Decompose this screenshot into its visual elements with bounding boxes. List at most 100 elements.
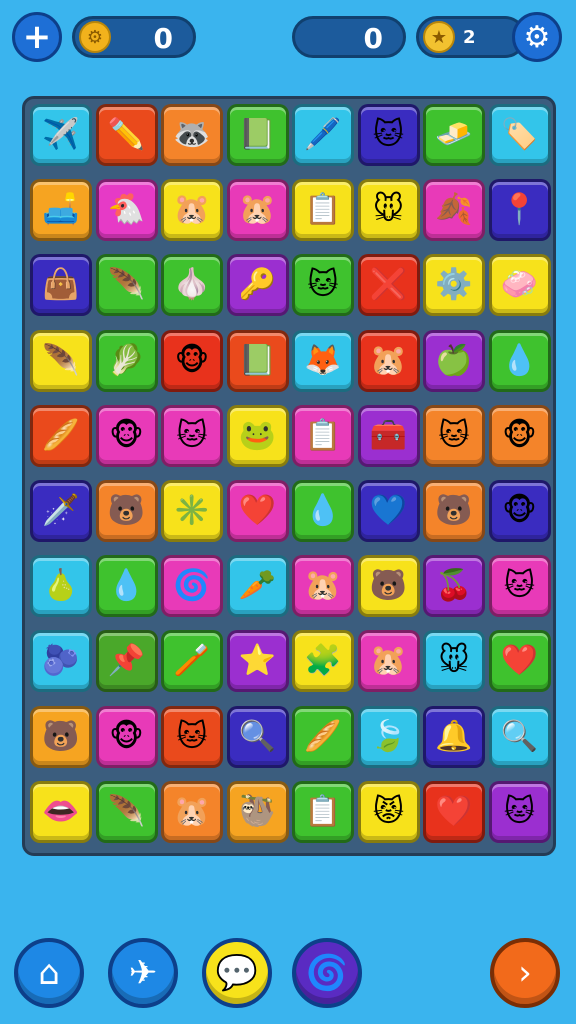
tile-icon: 📍 — [500, 192, 539, 228]
gear-icon: ⚙ — [523, 19, 551, 55]
board-tile-r8-c7[interactable]: 🐭 — [423, 630, 485, 693]
board-tile-r9-c6[interactable]: 🍃 — [357, 705, 420, 768]
board-tile-r8-c5[interactable]: 🧩 — [292, 630, 354, 693]
board-tile-r1-c4[interactable]: 📗 — [226, 104, 289, 166]
board-tile-r3-c6[interactable]: ❌ — [357, 254, 420, 317]
board-tile-r6-c3[interactable]: ✳️ — [161, 480, 223, 542]
board-tile-r7-c6[interactable]: 🐻 — [357, 555, 420, 618]
board-tile-r8-c6[interactable]: 🐹 — [357, 630, 420, 693]
board-tile-r8-c2[interactable]: 📌 — [95, 630, 158, 693]
tile-icon: 🐻 — [435, 493, 473, 528]
board-tile-r10-c4[interactable]: 🦥 — [226, 780, 289, 843]
board-tile-r2-c6[interactable]: 🐭 — [357, 179, 420, 242]
board-tile-r6-c7[interactable]: 🐻 — [423, 480, 485, 542]
tile-icon: 💧 — [304, 493, 342, 528]
board-tile-r5-c7[interactable]: 🐱 — [423, 404, 485, 467]
board-tile-r5-c6[interactable]: 🧰 — [357, 404, 420, 467]
board-tile-r9-c3[interactable]: 🐱 — [161, 705, 223, 768]
board-tile-r9-c5[interactable]: 🥖 — [292, 705, 354, 768]
board-tile-r5-c2[interactable]: 🐵 — [95, 404, 158, 467]
board-tile-r1-c1[interactable]: ✈️ — [30, 104, 92, 166]
next-button[interactable]: › — [490, 938, 560, 1008]
board-tile-r4-c2[interactable]: 🥬 — [95, 329, 158, 392]
tile-icon: 🐔 — [107, 192, 146, 228]
board-tile-r8-c1[interactable]: 🫐 — [30, 630, 92, 693]
board-tile-r4-c7[interactable]: 🍏 — [423, 329, 485, 392]
board-tile-r2-c2[interactable]: 🐔 — [95, 179, 158, 242]
board-tile-r10-c6[interactable]: 😾 — [357, 780, 420, 843]
board-tile-r4-c4[interactable]: 📗 — [226, 329, 289, 392]
board-tile-r10-c5[interactable]: 📋 — [292, 780, 354, 843]
board-tile-r8-c3[interactable]: 🪥 — [161, 630, 223, 693]
board-tile-r10-c7[interactable]: ❤️ — [423, 780, 485, 843]
board-tile-r2-c8[interactable]: 📍 — [488, 179, 551, 242]
board-tile-r7-c4[interactable]: 🥕 — [226, 555, 289, 618]
tile-icon: 🐵 — [109, 417, 144, 453]
top-hud: + ⚙ 0 0 ★ 2 ⚙ — [0, 0, 576, 80]
board-tile-r9-c1[interactable]: 🐻 — [30, 705, 92, 768]
board-tile-r3-c8[interactable]: 🧼 — [488, 254, 551, 317]
plane-button[interactable]: ✈ — [108, 938, 178, 1008]
board-tile-r9-c7[interactable]: 🔔 — [423, 705, 485, 768]
board-tile-r2-c4[interactable]: 🐹 — [226, 179, 289, 242]
board-tile-r1-c8[interactable]: 🏷️ — [488, 104, 551, 166]
board-tile-r3-c2[interactable]: 🪶 — [95, 254, 158, 317]
board-tile-r5-c3[interactable]: 🐱 — [161, 404, 223, 467]
home-button[interactable]: ⌂ — [14, 938, 84, 1008]
board-tile-r4-c1[interactable]: 🪶 — [30, 329, 92, 392]
add-button[interactable]: + — [12, 12, 62, 62]
board-tile-r3-c4[interactable]: 🔑 — [226, 254, 289, 317]
board-tile-r6-c6[interactable]: 💙 — [357, 480, 420, 542]
board-tile-r10-c3[interactable]: 🐹 — [161, 780, 223, 843]
board-tile-r7-c3[interactable]: 🌀 — [161, 555, 223, 618]
board-tile-r7-c7[interactable]: 🍒 — [423, 555, 485, 618]
board-tile-r7-c8[interactable]: 🐱 — [488, 555, 551, 618]
board-tile-r9-c4[interactable]: 🔍 — [226, 705, 289, 768]
board-tile-r6-c2[interactable]: 🐻 — [95, 480, 158, 542]
board-tile-r9-c8[interactable]: 🔍 — [488, 705, 551, 768]
board-tile-r9-c2[interactable]: 🐵 — [95, 705, 158, 768]
board-tile-r10-c1[interactable]: 👄 — [30, 780, 92, 843]
board-tile-r7-c5[interactable]: 🐹 — [292, 555, 354, 618]
board-tile-r6-c8[interactable]: 🐵 — [488, 480, 551, 542]
board-tile-r5-c1[interactable]: 🥖 — [30, 404, 92, 467]
tile-icon: 🐹 — [173, 192, 211, 228]
board-tile-r4-c8[interactable]: 💧 — [488, 329, 551, 392]
tile-icon: 🐵 — [109, 718, 144, 754]
board-tile-r2-c5[interactable]: 📋 — [292, 179, 354, 242]
board-tile-r10-c2[interactable]: 🪶 — [95, 780, 158, 843]
tile-icon: 🐵 — [502, 417, 537, 453]
board-tile-r3-c3[interactable]: 🧄 — [161, 254, 223, 317]
board-tile-r3-c5[interactable]: 🐱 — [292, 254, 354, 317]
board-tile-r6-c5[interactable]: 💧 — [292, 480, 354, 542]
board-tile-r5-c4[interactable]: 🐸 — [226, 404, 289, 467]
tile-icon: 🐹 — [238, 192, 277, 228]
swirl-button[interactable]: 🌀 — [292, 938, 362, 1008]
board-tile-r1-c3[interactable]: 🦝 — [161, 104, 223, 166]
board-tile-r3-c7[interactable]: ⚙️ — [423, 254, 485, 317]
board-tile-r7-c1[interactable]: 🍐 — [30, 555, 92, 618]
board-tile-r4-c3[interactable]: 🐵 — [161, 329, 223, 392]
board-tile-r5-c8[interactable]: 🐵 — [488, 404, 551, 467]
board-tile-r2-c3[interactable]: 🐹 — [161, 179, 223, 242]
board-tile-r2-c7[interactable]: 🍂 — [423, 179, 485, 242]
board-tile-r6-c4[interactable]: ❤️ — [226, 480, 289, 542]
board-tile-r3-c1[interactable]: 👜 — [30, 254, 92, 317]
paper-plane-icon: ✈ — [128, 953, 158, 993]
board-tile-r8-c4[interactable]: ⭐ — [226, 630, 289, 693]
board-tile-r10-c8[interactable]: 🐱 — [488, 780, 551, 843]
board-tile-r8-c8[interactable]: ❤️ — [488, 630, 551, 693]
board-tile-r2-c1[interactable]: 🛋️ — [30, 179, 92, 242]
board-tile-r4-c5[interactable]: 🦊 — [292, 329, 354, 392]
board-tile-r6-c1[interactable]: 🗡️ — [30, 480, 92, 542]
board-tile-r1-c7[interactable]: 🧈 — [423, 104, 485, 166]
board-tile-r7-c2[interactable]: 💧 — [95, 555, 158, 618]
board-tile-r1-c6[interactable]: 🐱 — [357, 104, 420, 166]
board-tile-r1-c5[interactable]: 🖊️ — [292, 104, 354, 166]
board-tile-r1-c2[interactable]: ✏️ — [95, 104, 158, 166]
board-tile-r5-c5[interactable]: 📋 — [292, 404, 354, 467]
settings-button[interactable]: ⚙ — [512, 12, 562, 62]
chat-button[interactable]: 💬 — [202, 938, 272, 1008]
tile-icon: 🐭 — [438, 643, 470, 679]
board-tile-r4-c6[interactable]: 🐹 — [357, 329, 420, 392]
